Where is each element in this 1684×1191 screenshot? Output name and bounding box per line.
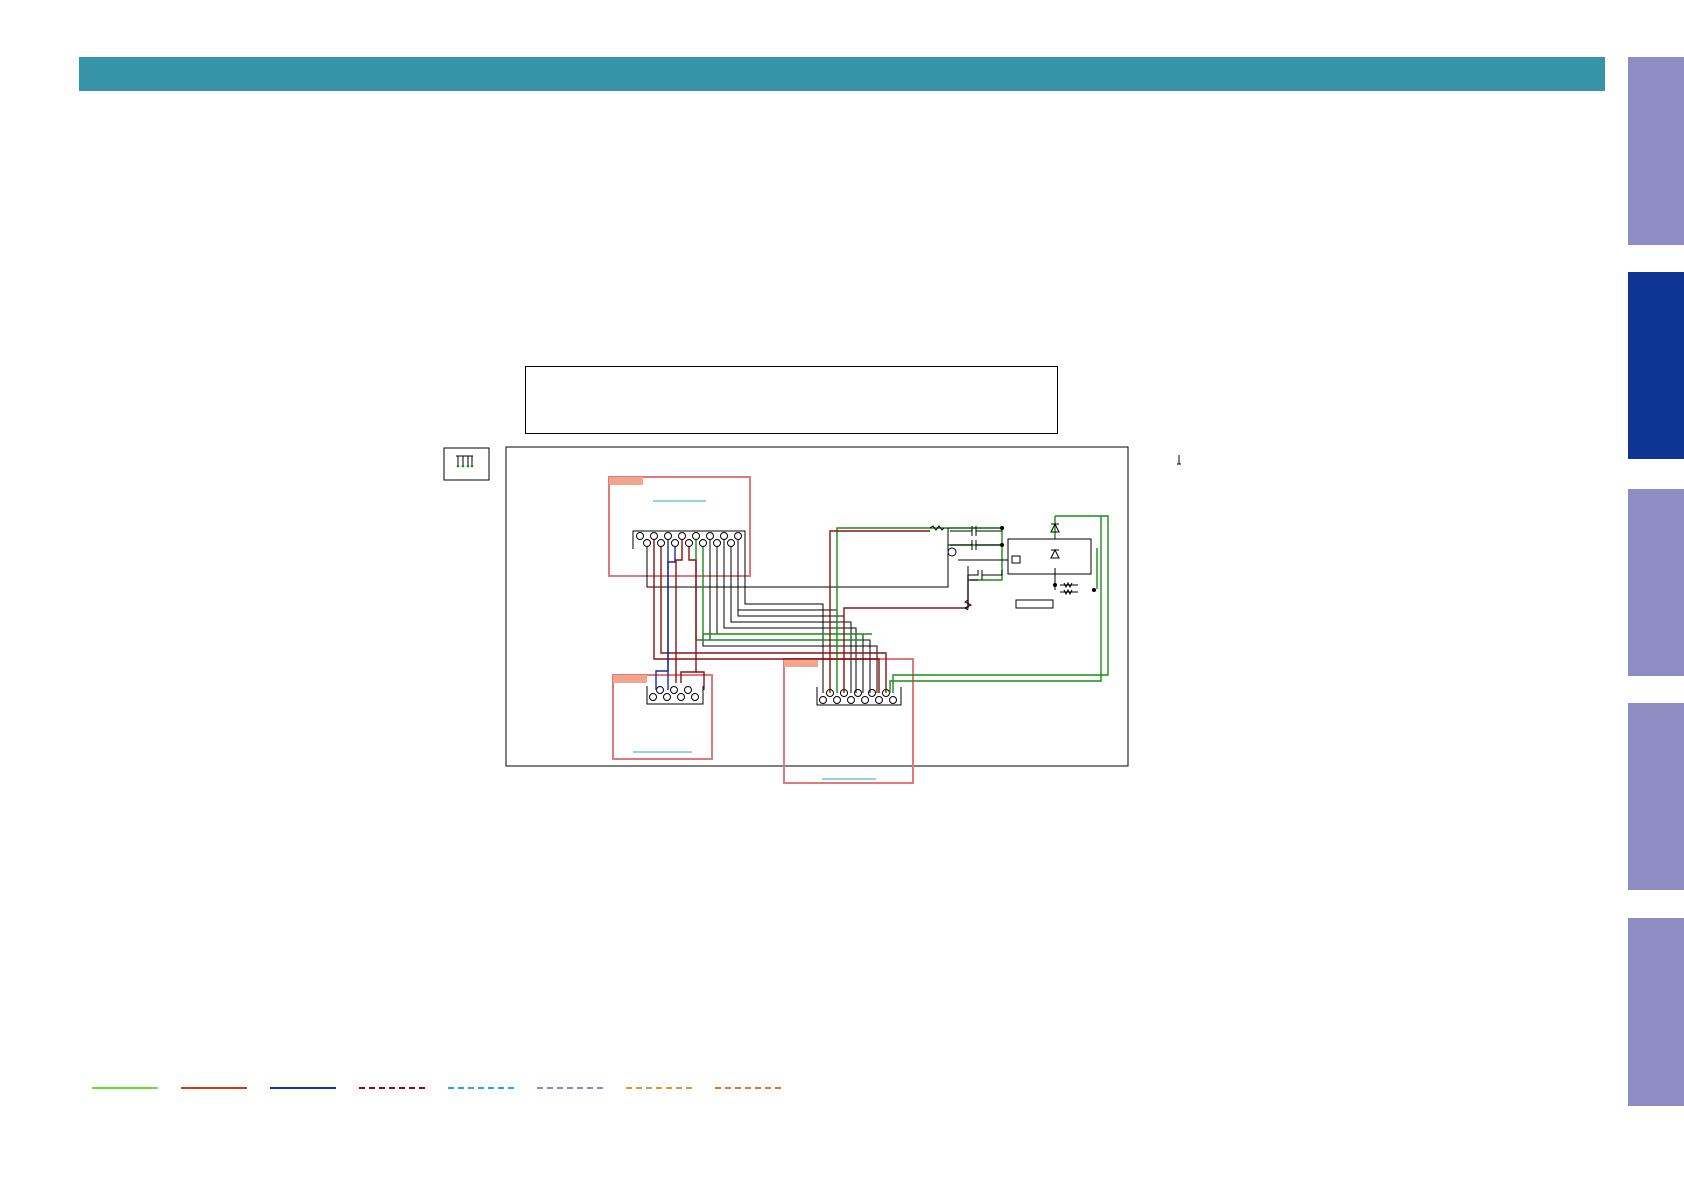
ground-symbol-box (443, 447, 490, 481)
wiring-schematic (443, 446, 1181, 784)
marker-glyph (1177, 455, 1181, 465)
wires-red (653, 530, 969, 693)
line-legend (92, 1087, 781, 1089)
connector-top (632, 530, 746, 549)
wires-blue (655, 540, 676, 690)
wires-black (646, 540, 949, 693)
board-top-left (608, 476, 751, 577)
component-block (929, 522, 1096, 611)
